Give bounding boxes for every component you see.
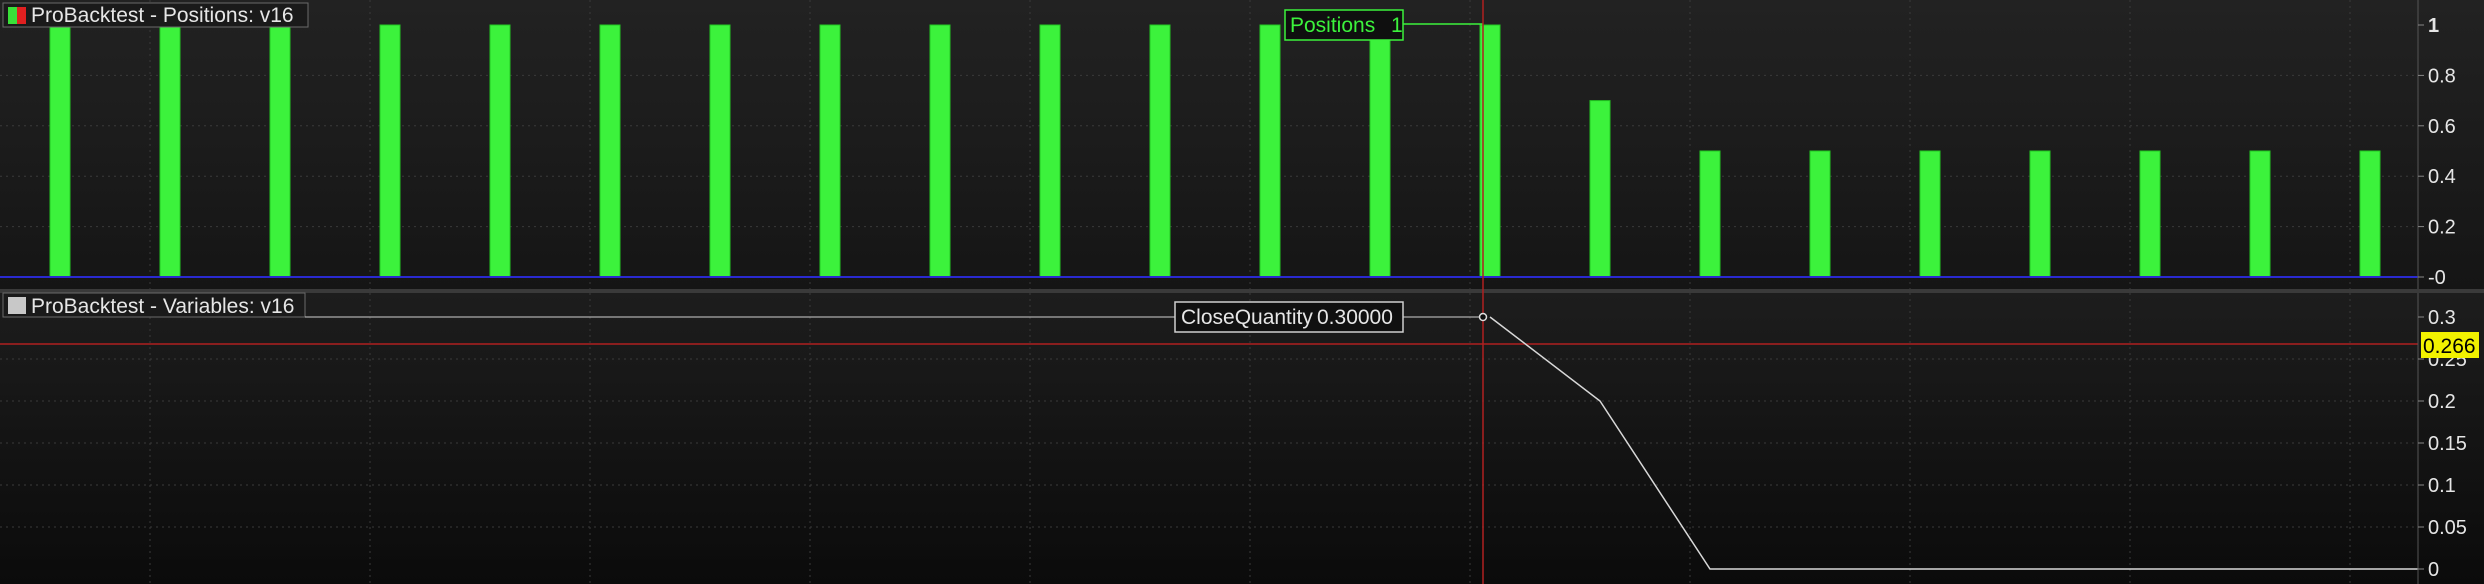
position-bar (1699, 150, 1721, 278)
position-bar (1149, 24, 1171, 278)
variables-price-tag-text: 0.266 (2423, 335, 2476, 358)
position-bar (489, 24, 511, 278)
position-bar (1589, 100, 1611, 278)
position-bar (1809, 150, 1831, 278)
variables-panel-title[interactable]: ProBacktest - Variables: v16 (2, 292, 306, 318)
position-bar (1039, 24, 1061, 278)
variables-price-tag: 0.266 (2421, 332, 2479, 358)
grey-square-icon (8, 297, 26, 314)
panel-divider[interactable] (0, 289, 2484, 293)
y-tick-label: 0.8 (2428, 65, 2456, 87)
y-tick-label: 0.2 (2428, 391, 2456, 413)
positions-tooltip-label: Positions (1290, 14, 1375, 37)
position-bar (929, 24, 951, 278)
variables-panel-background (0, 293, 2484, 584)
position-bar (49, 24, 71, 278)
position-bar (819, 24, 841, 278)
position-bar (1259, 24, 1281, 278)
variables-tooltip-label: CloseQuantity (1181, 306, 1313, 329)
position-bar (2249, 150, 2271, 278)
position-bar (1369, 24, 1391, 278)
position-bar (159, 24, 181, 278)
positions-panel[interactable]: 1 0.8 0.6 0.4 0.2 -0 ProBacktest - Positions:… (0, 0, 2484, 289)
y-tick-label: 0.6 (2428, 116, 2456, 138)
variables-tooltip-value: 0.30000 (1317, 306, 1393, 329)
positions-title-text: ProBacktest - Positions: v16 (31, 4, 294, 27)
y-tick-label: 0.1 (2428, 475, 2456, 497)
position-bar (2139, 150, 2161, 278)
y-tick-label: -0 (2428, 267, 2446, 289)
y-tick-label: 0.15 (2428, 433, 2467, 455)
position-bar (379, 24, 401, 278)
y-tick-label: 0.3 (2428, 307, 2456, 329)
position-bar (709, 24, 731, 278)
position-bar (269, 24, 291, 278)
variables-title-text: ProBacktest - Variables: v16 (31, 295, 294, 318)
backtest-chart-window: 1 0.8 0.6 0.4 0.2 -0 ProBacktest - Positions:… (0, 0, 2484, 584)
red-green-square-icon (8, 7, 26, 24)
position-bar (599, 24, 621, 278)
position-bar (1919, 150, 1941, 278)
y-tick-label: 0.2 (2428, 217, 2456, 239)
y-tick-label: 0.4 (2428, 166, 2456, 188)
y-tick-label: 0.05 (2428, 517, 2467, 539)
y-tick-label: 0 (2428, 559, 2439, 581)
y-tick-label: 1 (2428, 15, 2439, 37)
variables-panel[interactable]: 0.30.250.20.150.10.050 0.266 ProBacktest… (0, 292, 2484, 584)
crosshair-marker (1478, 312, 1488, 322)
positions-panel-background (0, 0, 2484, 289)
positions-panel-title[interactable]: ProBacktest - Positions: v16 (2, 2, 309, 28)
position-bar (2029, 150, 2051, 278)
positions-tooltip-value: 1 (1391, 14, 1403, 37)
position-bar (2359, 150, 2381, 278)
